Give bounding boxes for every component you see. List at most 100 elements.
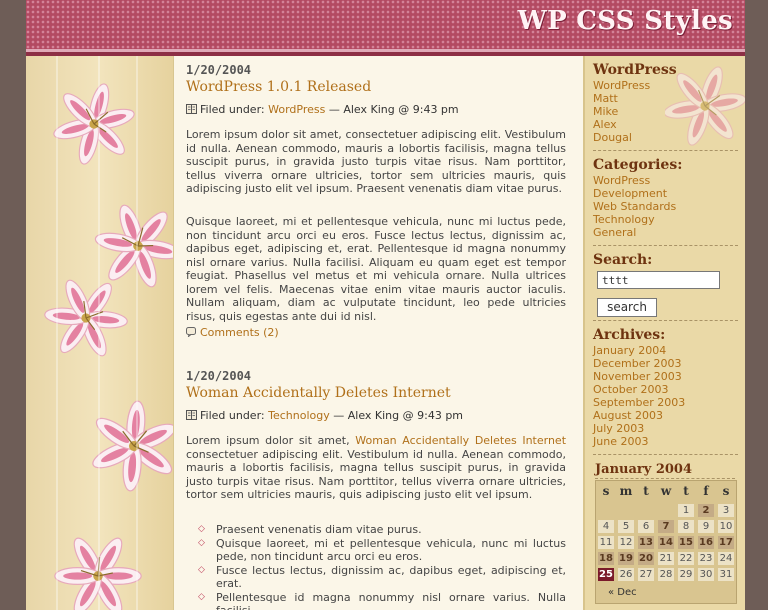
calendar-prev-month-link[interactable]: « Dec bbox=[608, 587, 637, 598]
archive-item[interactable]: December 2003 bbox=[593, 357, 738, 370]
post-paragraph: Lorem ipsum dolor sit amet, consectetuer… bbox=[186, 128, 566, 195]
bullet-list: Praesent venenatis diam vitae purus. Qui… bbox=[198, 523, 566, 610]
sidebar-link[interactable]: Alex bbox=[593, 118, 738, 131]
calendar-day: 31 bbox=[718, 568, 734, 581]
calendar-day[interactable]: 20 bbox=[638, 552, 654, 565]
category-link[interactable]: Technology bbox=[268, 409, 330, 422]
content-area: 1/20/2004 WordPress 1.0.1 Released Filed… bbox=[186, 56, 566, 610]
intro-text: Lorem ipsum dolor sit amet, bbox=[186, 434, 350, 447]
calendar-day[interactable]: 13 bbox=[638, 536, 654, 549]
calendar-day: 28 bbox=[658, 568, 674, 581]
calendar-day[interactable]: 2 bbox=[698, 504, 714, 517]
post-date: 1/20/2004 bbox=[186, 63, 252, 77]
wordpress-links: WordPress WordPress Matt Mike Alex Douga… bbox=[593, 62, 738, 144]
search-section: Search: bbox=[593, 252, 738, 269]
sidebar-link[interactable]: WordPress bbox=[593, 79, 738, 92]
post-paragraph: Lorem ipsum dolor sit amet, Woman Accide… bbox=[186, 434, 566, 502]
calendar-day[interactable]: 18 bbox=[598, 552, 614, 565]
weekday-header: w bbox=[660, 484, 672, 498]
calendar-day[interactable]: 19 bbox=[618, 552, 634, 565]
calendar-day[interactable]: 17 bbox=[718, 536, 734, 549]
calendar-day: 25 bbox=[598, 568, 614, 581]
weekday-header: m bbox=[619, 484, 633, 498]
post-meta: Filed under: WordPress — Alex King @ 9:4… bbox=[186, 103, 459, 117]
inline-post-link[interactable]: Woman Accidentally Deletes Internet bbox=[355, 434, 566, 447]
comments-label[interactable]: Comments (2) bbox=[200, 326, 279, 339]
divider bbox=[595, 478, 735, 479]
category-link[interactable]: WordPress bbox=[268, 103, 325, 116]
calendar-day: 11 bbox=[598, 536, 614, 549]
sidebar: WordPress WordPress Matt Mike Alex Douga… bbox=[583, 56, 745, 610]
post-date: 1/20/2004 bbox=[186, 369, 252, 383]
comments-link[interactable]: Comments (2) bbox=[186, 326, 279, 340]
archive-item[interactable]: January 2004 bbox=[593, 344, 738, 357]
sidebar-link[interactable]: Mike bbox=[593, 105, 738, 118]
category-item[interactable]: Web Standards bbox=[593, 200, 738, 213]
filed-under-label: Filed under: bbox=[200, 409, 265, 422]
calendar-day: 27 bbox=[638, 568, 654, 581]
calendar-day: 4 bbox=[598, 520, 614, 533]
post-title[interactable]: WordPress 1.0.1 Released bbox=[186, 80, 371, 95]
calendar-day: 10 bbox=[718, 520, 734, 533]
calendar-day: 9 bbox=[698, 520, 714, 533]
archives-section: Archives: January 2004 December 2003 Nov… bbox=[593, 327, 738, 448]
list-item: Praesent venenatis diam vitae purus. bbox=[198, 523, 566, 537]
category-item[interactable]: Technology bbox=[593, 213, 738, 226]
category-item[interactable]: WordPress bbox=[593, 174, 738, 187]
weekday-header: s bbox=[722, 484, 730, 498]
archive-item[interactable]: September 2003 bbox=[593, 396, 738, 409]
archive-item[interactable]: August 2003 bbox=[593, 409, 738, 422]
post-meta: Filed under: Technology — Alex King @ 9:… bbox=[186, 409, 463, 423]
sidebar-link[interactable]: Matt bbox=[593, 92, 738, 105]
calendar-day: 26 bbox=[618, 568, 634, 581]
archive-item[interactable]: June 2003 bbox=[593, 435, 738, 448]
weekday-header: s bbox=[602, 484, 610, 498]
archive-item[interactable]: July 2003 bbox=[593, 422, 738, 435]
categories-section: Categories: WordPress Development Web St… bbox=[593, 157, 738, 239]
calendar-day: 24 bbox=[718, 552, 734, 565]
site-header: WP CSS Styles bbox=[26, 0, 745, 56]
calendar-day[interactable]: 15 bbox=[678, 536, 694, 549]
intro-text: consectetuer adipiscing elit. Vestibulum… bbox=[186, 447, 566, 502]
list-item: Fusce lectus lectus, dignissim ac, dapib… bbox=[198, 564, 566, 591]
archive-item[interactable]: November 2003 bbox=[593, 370, 738, 383]
search-button[interactable]: search bbox=[597, 298, 657, 317]
post-title[interactable]: Woman Accidentally Deletes Internet bbox=[186, 386, 451, 401]
list-item: Pellentesque id magna nonummy nisl ornar… bbox=[198, 591, 566, 610]
divider bbox=[593, 245, 738, 246]
category-item[interactable]: Development bbox=[593, 187, 738, 200]
calendar-day: 21 bbox=[658, 552, 674, 565]
page: WP CSS Styles 1/20/2004 WordPress 1.0.1 … bbox=[26, 0, 745, 610]
calendar-day: 5 bbox=[618, 520, 634, 533]
document-icon bbox=[186, 104, 197, 114]
calendar-caption: January 2004 bbox=[595, 462, 693, 477]
sidebar-heading: Categories: bbox=[593, 157, 683, 173]
sidebar-link[interactable]: Dougal bbox=[593, 131, 738, 144]
calendar: s m t w t f s 1 2 3 4 5 6 7 8 9 10 11 12 13 14 15 16 17 1… bbox=[595, 480, 737, 604]
author-time: — Alex King @ 9:43 pm bbox=[333, 409, 464, 422]
sidebar-heading: Search: bbox=[593, 252, 653, 268]
document-icon bbox=[186, 410, 197, 420]
calendar-day: 1 bbox=[678, 504, 694, 517]
calendar-day: 30 bbox=[698, 568, 714, 581]
post-paragraph: Quisque laoreet, mi et pellentesque vehi… bbox=[186, 215, 566, 323]
weekday-header: f bbox=[703, 484, 709, 498]
blog-title[interactable]: WP CSS Styles bbox=[518, 6, 733, 36]
filed-under-label: Filed under: bbox=[200, 103, 265, 116]
sidebar-heading: Archives: bbox=[593, 327, 666, 343]
calendar-day: 6 bbox=[638, 520, 654, 533]
weekday-header: t bbox=[643, 484, 649, 498]
weekday-header: t bbox=[683, 484, 689, 498]
calendar-day[interactable]: 16 bbox=[698, 536, 714, 549]
calendar-day: 12 bbox=[618, 536, 634, 549]
calendar-day: 29 bbox=[678, 568, 694, 581]
calendar-day[interactable]: 14 bbox=[658, 536, 674, 549]
search-input[interactable]: tttt bbox=[597, 271, 720, 289]
archive-item[interactable]: October 2003 bbox=[593, 383, 738, 396]
calendar-day[interactable]: 7 bbox=[658, 520, 674, 533]
calendar-day: 23 bbox=[698, 552, 714, 565]
category-item[interactable]: General bbox=[593, 226, 738, 239]
divider bbox=[593, 320, 738, 321]
calendar-day: 3 bbox=[718, 504, 734, 517]
author-time: — Alex King @ 9:43 pm bbox=[328, 103, 459, 116]
